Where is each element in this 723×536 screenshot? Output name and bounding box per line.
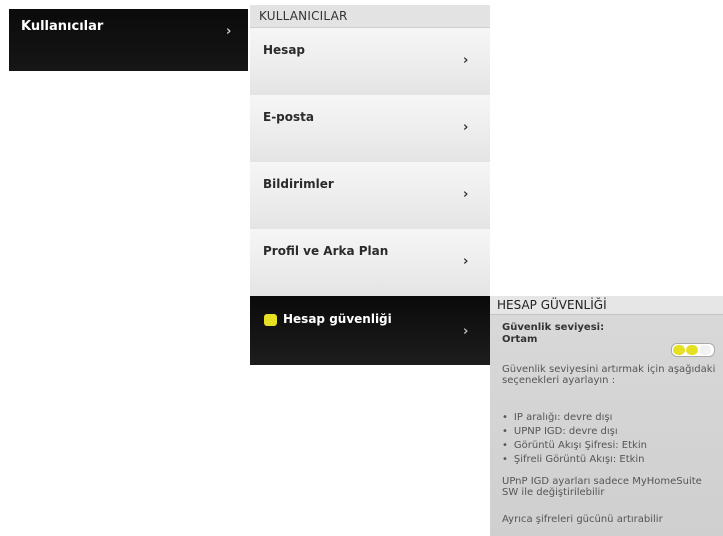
upnp-note-text: UPnP IGD ayarları sadece MyHomeSuite SW … — [502, 476, 702, 498]
menu-item-notifications-label: Bildirimler — [263, 177, 334, 191]
menu-item-profile-background-label: Profil ve Arka Plan — [263, 244, 389, 258]
list-item: UPNP IGD: devre dışı — [502, 425, 647, 439]
chevron-right-icon: › — [463, 254, 469, 269]
menu-item-account-label: Hesap — [263, 43, 306, 57]
security-level-value: Ortam — [502, 334, 538, 345]
nav-item-users-label: Kullanıcılar — [21, 19, 104, 34]
users-panel-title: KULLANICILAR — [259, 9, 348, 23]
users-panel: KULLANICILAR Hesap › E-posta › Bildiriml… — [250, 5, 490, 365]
password-strength-text: Ayrıca şifreleri gücünü artırabilir — [502, 514, 663, 525]
nav-item-users[interactable]: Kullanıcılar › — [9, 9, 248, 71]
list-item: IP aralığı: devre dışı — [502, 411, 647, 425]
security-info-panel: HESAP GÜVENLİĞİ Güvenlik seviyesi: Ortam… — [490, 296, 723, 536]
chevron-right-icon: › — [463, 187, 469, 202]
list-item: Görüntü Akışı Şifresi: Etkin — [502, 439, 647, 453]
list-item: Şifreli Görüntü Akışı: Etkin — [502, 453, 647, 467]
security-intro-text: Güvenlik seviyesini artırmak için aşağıd… — [502, 364, 716, 386]
security-info-header: HESAP GÜVENLİĞİ — [490, 296, 723, 315]
menu-item-email[interactable]: E-posta › — [250, 95, 490, 163]
security-level-meter — [671, 343, 715, 357]
menu-item-account-security-label: Hesap güvenliği — [283, 312, 392, 326]
menu-item-profile-background[interactable]: Profil ve Arka Plan › — [250, 229, 490, 297]
menu-item-notifications[interactable]: Bildirimler › — [250, 162, 490, 230]
security-level-segment — [699, 345, 711, 355]
chevron-right-icon: › — [463, 120, 469, 135]
security-level-label: Güvenlik seviyesi: — [502, 322, 605, 333]
yellow-dot-icon — [264, 314, 277, 326]
chevron-right-icon: › — [226, 24, 232, 39]
security-options-list: IP aralığı: devre dışı UPNP IGD: devre d… — [502, 411, 647, 467]
security-info-title: HESAP GÜVENLİĞİ — [497, 298, 607, 312]
users-panel-header: KULLANICILAR — [250, 5, 490, 28]
menu-item-email-label: E-posta — [263, 110, 314, 124]
menu-item-account[interactable]: Hesap › — [250, 28, 490, 96]
security-level-segment — [686, 345, 698, 355]
chevron-right-icon: › — [463, 53, 469, 68]
menu-item-account-security[interactable]: Hesap güvenliği › — [250, 296, 490, 365]
security-level-segment — [673, 345, 685, 355]
chevron-right-icon: › — [463, 324, 469, 339]
